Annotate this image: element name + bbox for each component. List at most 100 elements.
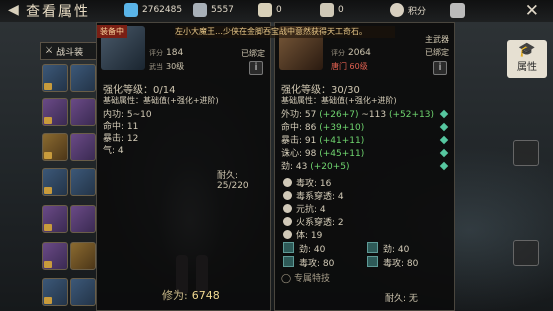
slot-badge <box>44 261 52 268</box>
gem-text: 毒攻: 16 <box>296 179 332 189</box>
currency-value: 积分 <box>408 6 427 17</box>
silver-currency-icon <box>193 3 207 17</box>
refine-level: 强化等级：30/30 <box>281 85 360 96</box>
currency-value: 0 <box>276 5 282 15</box>
equip-slot[interactable] <box>42 98 68 126</box>
sword-icon: ⚔ <box>45 46 54 56</box>
currency-diamond: 2762485 <box>124 3 182 17</box>
gem-line: 毒攻: 16 <box>283 176 331 189</box>
info-icon[interactable]: i <box>249 61 263 75</box>
gem-icon <box>283 178 292 187</box>
score-label: 评分 <box>331 49 345 57</box>
back-arrow-icon[interactable]: ◀ <box>8 3 22 17</box>
slot-badge <box>44 297 52 304</box>
item-type: 唐门 60级 <box>331 61 368 72</box>
currency-value: 0 <box>338 5 344 15</box>
attr-line: 气: 4 <box>103 146 124 156</box>
close-icon[interactable]: ✕ <box>525 1 539 21</box>
attr-line: 外功: 57 (+26+7) ~113 (+52+13) <box>281 107 434 120</box>
equip-slot[interactable] <box>70 133 96 161</box>
attr-bonus: (+45+11) <box>319 149 365 159</box>
settings-icon[interactable] <box>450 3 465 18</box>
gem-stat: 劲: 40 <box>383 245 410 255</box>
points-icon <box>390 3 404 17</box>
jade-gem-icon <box>367 242 378 253</box>
attr-bonus: (+52+13) <box>388 110 434 120</box>
upgrade-diamond-icon <box>439 109 449 119</box>
gem-stat: 毒攻: 80 <box>383 259 419 269</box>
page-title: 查看属性 <box>26 4 90 20</box>
gem-line: 毒系穿透: 4 <box>283 189 344 202</box>
attr-bonus: (+39+10) <box>319 123 365 133</box>
jade-gem-icon <box>283 256 294 267</box>
equip-slot[interactable] <box>42 278 68 306</box>
equip-slot[interactable] <box>70 205 96 233</box>
item-score: 评分 2064 <box>331 48 371 58</box>
durability: 耐久: 25/220 <box>217 168 270 191</box>
slot-badge <box>44 187 52 194</box>
tab-battle-gear[interactable]: ⚔ 战斗装 <box>40 42 98 60</box>
tab-label: 战斗装 <box>56 47 84 58</box>
equipped-badge: 装备中 <box>97 25 127 38</box>
gem-text: 体: 19 <box>296 231 323 241</box>
gem-icon <box>283 217 292 226</box>
item-score: 评分 184 <box>149 48 183 58</box>
power-value: 6748 <box>191 289 220 302</box>
slot-badge <box>44 117 52 124</box>
mortarboard-icon: 🎓 <box>518 42 536 58</box>
attr-text: ~113 <box>358 110 389 120</box>
attr-text: 外功: 57 <box>281 110 320 120</box>
upgrade-diamond-icon <box>439 122 449 132</box>
equip-slot[interactable] <box>70 242 96 270</box>
jade-gem-icon <box>367 256 378 267</box>
currency-cloud: 0 <box>320 3 344 17</box>
attr-bonus: (+41+11) <box>319 136 365 146</box>
world-announcement: 左小大魔王…少侠在金脚吞宝战中意然获得天工奇石。 <box>175 26 395 38</box>
side-button[interactable] <box>513 240 539 266</box>
equip-slot[interactable] <box>70 278 96 306</box>
gem-text: 元抗: 4 <box>296 205 326 215</box>
equip-slot[interactable] <box>42 205 68 233</box>
gem-line: 元抗: 4 <box>283 202 326 215</box>
attr-bonus: (+20+5) <box>310 162 350 172</box>
equip-slot[interactable] <box>42 168 68 196</box>
durability-value: 25/220 <box>217 181 249 191</box>
slot-badge <box>44 224 52 231</box>
currency-points: 积分 <box>390 3 426 17</box>
cloud-currency-icon <box>320 3 334 17</box>
gem-text: 火系穿透: 2 <box>296 218 344 228</box>
info-icon[interactable]: i <box>433 61 447 75</box>
top-bar: ◀ 查看属性 2762485 5557 0 0 积分 ✕ <box>0 0 553 22</box>
gem-line: 火系穿透: 2 <box>283 215 344 228</box>
bound-status: 已绑定 <box>425 48 449 57</box>
score-value: 184 <box>166 48 184 58</box>
diamond-currency-icon <box>124 3 138 17</box>
durability-value: 无 <box>408 294 418 304</box>
equip-slot[interactable] <box>42 133 68 161</box>
equip-slot[interactable] <box>70 64 96 92</box>
equip-slot[interactable] <box>42 64 68 92</box>
attr-line: 劲: 43 (+20+5) <box>281 159 350 172</box>
special-label: 专属特技 <box>293 274 330 284</box>
equip-slot[interactable] <box>70 168 96 196</box>
bound-status: 已绑定 <box>241 49 265 58</box>
attr-line: 诛心: 98 (+45+11) <box>281 146 364 159</box>
gem-stat: 劲: 40 <box>299 245 326 255</box>
slot-badge <box>44 83 52 90</box>
side-button[interactable] <box>513 140 539 166</box>
base-attr-header: 基础属性：基础值(+强化+进阶) <box>281 96 397 105</box>
level-label: 30级 <box>166 62 185 71</box>
power-label: 修为: <box>162 289 188 302</box>
compare-item-panel: 评分 2064 唐门 60级 主武器 已绑定 i 强化等级：30/30 基础属性：… <box>274 22 455 311</box>
type-label: 唐门 <box>331 62 347 71</box>
durability: 耐久: 无 <box>385 291 418 304</box>
equip-slot[interactable] <box>70 98 96 126</box>
attr-text: 暴击: 91 <box>281 136 320 146</box>
type-label: 武当 <box>149 63 163 71</box>
equip-slot[interactable] <box>42 242 68 270</box>
equipped-item-panel: 装备中 评分 184 武当 30级 已绑定 i 强化等级：0/14 基础属性：基础值… <box>96 22 271 311</box>
jade-gem-icon <box>283 242 294 253</box>
bell-currency-icon <box>258 3 272 17</box>
attributes-button[interactable]: 🎓 属性 <box>507 40 547 78</box>
gem-text: 毒系穿透: 4 <box>296 192 344 202</box>
